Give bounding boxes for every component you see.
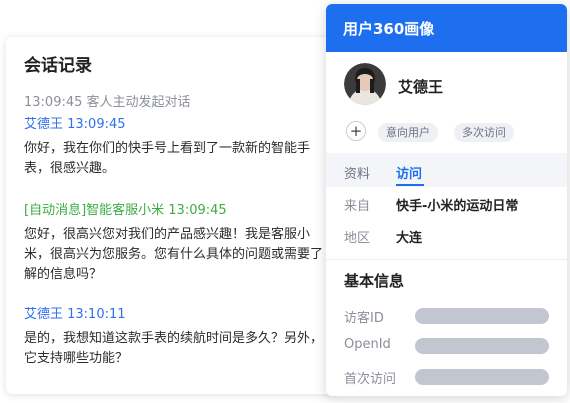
tab-profile[interactable]: 资料 [344, 163, 370, 182]
profile-header: 用户360画像 [326, 4, 567, 52]
field-value-placeholder [415, 338, 549, 354]
message-sender-time: [自动消息]智能客服小米 13:09:45 [24, 203, 227, 218]
message-text: 是的，我想知道这款手表的续航时间是多久？另外，它支持哪些功能？ [24, 331, 324, 366]
source-value: 快手-小米的运动日常 [396, 199, 519, 214]
region-value: 大连 [396, 231, 423, 246]
basic-info-title: 基本信息 [344, 272, 405, 290]
chat-message: 艾德王 13:09:45 你好，我在你们的快手号上看到了一款新的智能手表，很感兴… [24, 116, 324, 179]
source-label: 来自 [344, 199, 371, 214]
conversation-log-title: 会话记录 [24, 56, 92, 76]
profile-header-title: 用户360画像 [343, 20, 435, 38]
system-message: 13:09:45 客人主动发起对话 [24, 95, 191, 110]
add-tag-button[interactable]: + [346, 121, 366, 141]
message-text: 你好，我在你们的快手号上看到了一款新的智能手表，很感兴趣。 [24, 141, 311, 176]
user-profile-panel: 用户360画像 艾德王 + 意向用户 多次访问 资料 访问 来自 快手-小米的运… [326, 4, 567, 396]
field-label-visitor-id: 访客ID [344, 311, 384, 326]
chat-message: 艾德王 13:10:11 是的，我想知道这款手表的续航时间是多久？另外，它支持哪… [24, 306, 324, 369]
message-sender-time: 艾德王 13:10:11 [24, 307, 126, 322]
profile-tabs: 资料 访问 [326, 153, 567, 187]
chat-message: [自动消息]智能客服小米 13:09:45 您好，很高兴您对我们的产品感兴趣！我… [24, 202, 324, 285]
field-label-first-visit: 首次访问 [344, 372, 397, 387]
active-tab-indicator [396, 184, 424, 186]
section-divider [326, 259, 567, 260]
user-name: 艾德王 [398, 78, 444, 96]
user-tag: 多次访问 [454, 123, 514, 142]
message-text: 您好，很高兴您对我们的产品感兴趣！我是客服小米，很高兴为您服务。您有什么具体的问… [24, 227, 324, 282]
conversation-log-panel: 会话记录 13:09:45 客人主动发起对话 艾德王 13:09:45 你好，我… [6, 37, 337, 394]
avatar[interactable] [344, 63, 386, 105]
user-tag: 意向用户 [378, 123, 438, 142]
avatar-image [344, 63, 386, 105]
field-label-openid: OpenId [344, 337, 391, 352]
field-value-placeholder [415, 369, 549, 385]
field-value-placeholder [415, 308, 549, 324]
tab-visit[interactable]: 访问 [396, 163, 422, 182]
message-sender-time: 艾德王 13:09:45 [24, 117, 126, 132]
region-label: 地区 [344, 231, 371, 246]
